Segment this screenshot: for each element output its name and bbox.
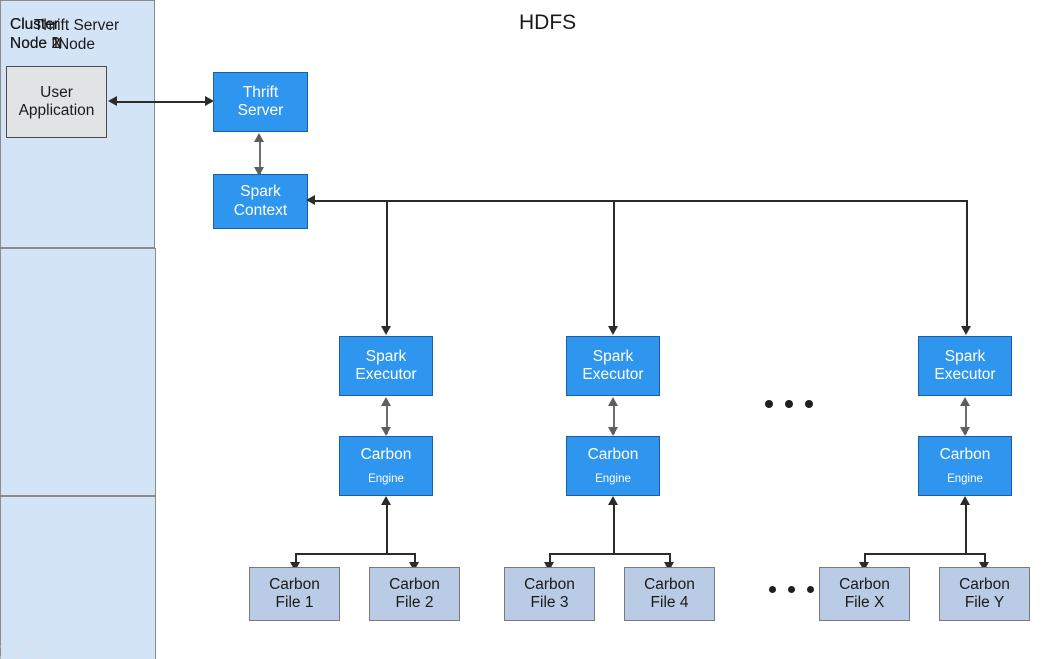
cluster-node-1-container: Cluster Node 1 (0, 16, 156, 496)
carbon-file-y-line2: File Y (964, 594, 1005, 611)
carbon-engine-n-line2: Engine (947, 472, 983, 485)
carbon-engine-1-box: Carbon Engine (339, 436, 433, 496)
arrow-to-engine-1-from-hdfs (381, 496, 391, 505)
carbon-engine-1-line2: Engine (368, 472, 404, 485)
arrow-to-engine-2-down (608, 427, 618, 436)
carbon-file-y-line1: Carbon (959, 575, 1010, 593)
connector-trunk-horizontal (314, 200, 967, 202)
spark-executor-2-line2: Executor (582, 366, 644, 383)
spark-executor-2-box: Spark Executor (566, 336, 660, 396)
arrow-to-executor-2-up (608, 397, 618, 406)
spark-context-box: Spark Context (213, 174, 308, 229)
connector-drop-node-1 (386, 200, 388, 328)
carbon-engine-2-box: Carbon Engine (566, 436, 660, 496)
arrow-to-engine-n-down (960, 427, 970, 436)
carbon-file-3-line1: Carbon (524, 575, 575, 593)
ellipsis-dot (785, 400, 793, 408)
arrow-to-spark-context (306, 195, 315, 205)
carbon-file-1-box: Carbon File 1 (249, 567, 340, 621)
spark-executor-n-line2: Executor (934, 366, 996, 383)
spark-executor-2-line1: Spark (592, 347, 634, 365)
cluster-node-n-label: Cluster Node N (10, 16, 63, 52)
arrow-to-engine-n-from-hdfs (960, 496, 970, 505)
carbon-file-x-line2: File X (844, 594, 885, 611)
spark-executor-n-box: Spark Executor (918, 336, 1012, 396)
arrow-to-executor-1-up (381, 397, 391, 406)
connector-engine1-hdfs-vertical (386, 504, 388, 554)
carbon-file-4-box: Carbon File 4 (624, 567, 715, 621)
arrow-to-executor-1 (381, 326, 391, 335)
connector-engine2-hdfs-branch (549, 553, 670, 555)
ellipsis-dot (765, 400, 773, 408)
arrow-to-engine-1-down (381, 427, 391, 436)
spark-context-line2: Context (233, 201, 288, 219)
spark-executor-1-line2: Executor (355, 366, 417, 383)
carbon-file-y-box: Carbon File Y (939, 567, 1030, 621)
arrow-to-executor-n-up (960, 397, 970, 406)
user-application-box: User Application (6, 66, 107, 138)
carbon-engine-n-box: Carbon Engine (918, 436, 1012, 496)
spark-executor-1-line1: Spark (365, 347, 407, 365)
ellipsis-dot (805, 400, 813, 408)
thrift-server-line1: Thrift (242, 83, 279, 101)
carbon-file-4-line2: File 4 (650, 594, 689, 611)
cluster-nodes-ellipsis (765, 400, 813, 408)
carbon-file-2-box: Carbon File 2 (369, 567, 460, 621)
carbon-file-2-line1: Carbon (389, 575, 440, 593)
carbon-file-1-line1: Carbon (269, 575, 320, 593)
connector-userapp-thrift (116, 101, 211, 103)
thrift-server-box: Thrift Server (213, 72, 308, 132)
spark-context-line1: Spark (240, 183, 281, 201)
carbon-file-4-line1: Carbon (644, 575, 695, 593)
carbon-engine-n-line1: Carbon (939, 445, 991, 463)
arrow-to-executor-n (961, 326, 971, 335)
carbon-engine-2-line2: Engine (595, 472, 631, 485)
watermark-icon (0, 644, 42, 659)
connector-enginen-hdfs-vertical (965, 504, 967, 554)
ellipsis-dot (769, 586, 776, 593)
architecture-diagram: User Application Thrift Server Node Thri… (0, 0, 1053, 659)
carbon-file-1-line2: File 1 (275, 594, 314, 611)
spark-executor-n-line1: Spark (944, 347, 986, 365)
arrow-to-executor-2 (608, 326, 618, 335)
carbon-file-3-line2: File 3 (530, 594, 569, 611)
carbon-file-2-line2: File 2 (395, 594, 434, 611)
hdfs-label: HDFS (519, 11, 577, 34)
carbon-file-3-box: Carbon File 3 (504, 567, 595, 621)
arrow-to-engine-2-from-hdfs (608, 496, 618, 505)
connector-engine1-hdfs-branch (295, 553, 415, 555)
arrow-to-user-application (108, 96, 117, 106)
connector-enginen-hdfs-branch (864, 553, 985, 555)
ellipsis-dot (788, 586, 795, 593)
thrift-server-line2: Server (237, 102, 284, 119)
spark-executor-1-box: Spark Executor (339, 336, 433, 396)
ellipsis-dot (807, 586, 814, 593)
arrow-to-thrift-server-up (254, 133, 264, 142)
hdfs-files-ellipsis (769, 586, 814, 593)
user-application-line2: Application (18, 102, 95, 119)
carbon-file-x-box: Carbon File X (819, 567, 910, 621)
connector-drop-node-n (966, 200, 968, 328)
connector-drop-node-2 (613, 200, 615, 328)
connector-engine2-hdfs-vertical (613, 504, 615, 554)
carbon-engine-2-line1: Carbon (587, 445, 639, 463)
carbon-file-x-line1: Carbon (839, 575, 890, 593)
carbon-engine-1-line1: Carbon (360, 445, 412, 463)
user-application-line1: User (40, 83, 73, 101)
